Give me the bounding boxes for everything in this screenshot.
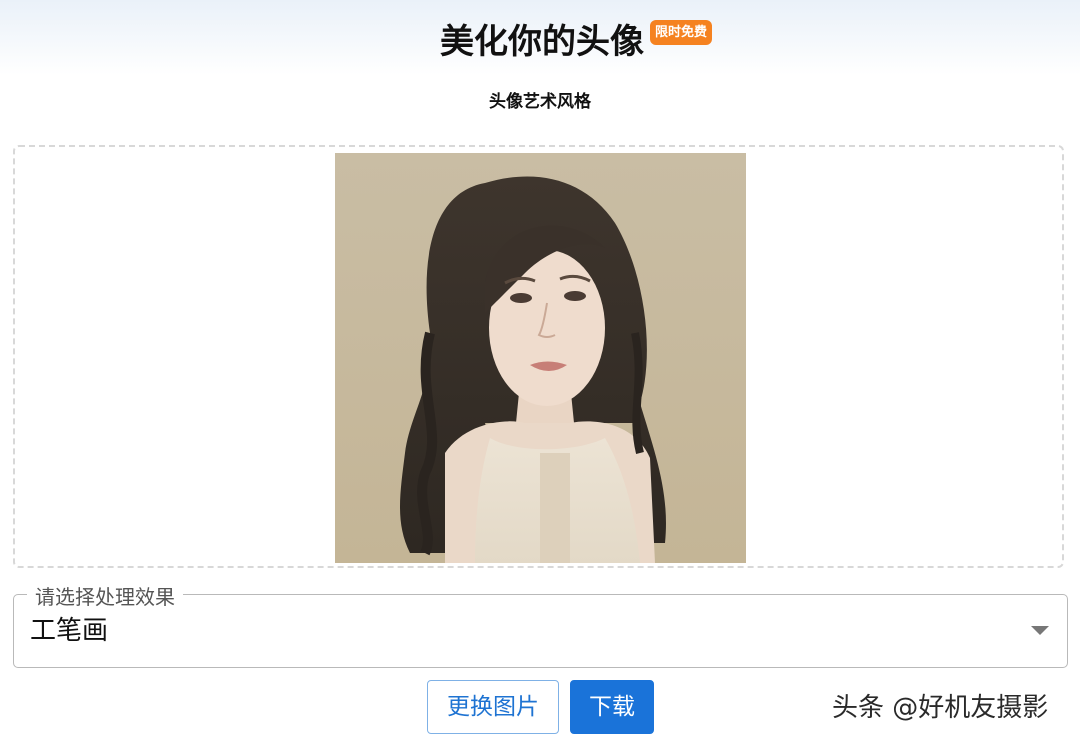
free-badge: 限时免费	[650, 20, 713, 45]
effect-select-value[interactable]: 工笔画	[30, 614, 108, 648]
change-image-button[interactable]: 更换图片	[427, 680, 559, 734]
effect-select-label: 请选择处理效果	[27, 584, 183, 610]
page-title: 美化你的头像	[440, 22, 644, 62]
download-button[interactable]: 下载	[570, 680, 654, 734]
style-subtitle: 头像艺术风格	[489, 92, 591, 112]
watermark-text: 头条 @好机友摄影	[832, 693, 1049, 723]
dropdown-arrow-icon[interactable]	[1031, 626, 1049, 635]
portrait-image	[335, 153, 746, 563]
